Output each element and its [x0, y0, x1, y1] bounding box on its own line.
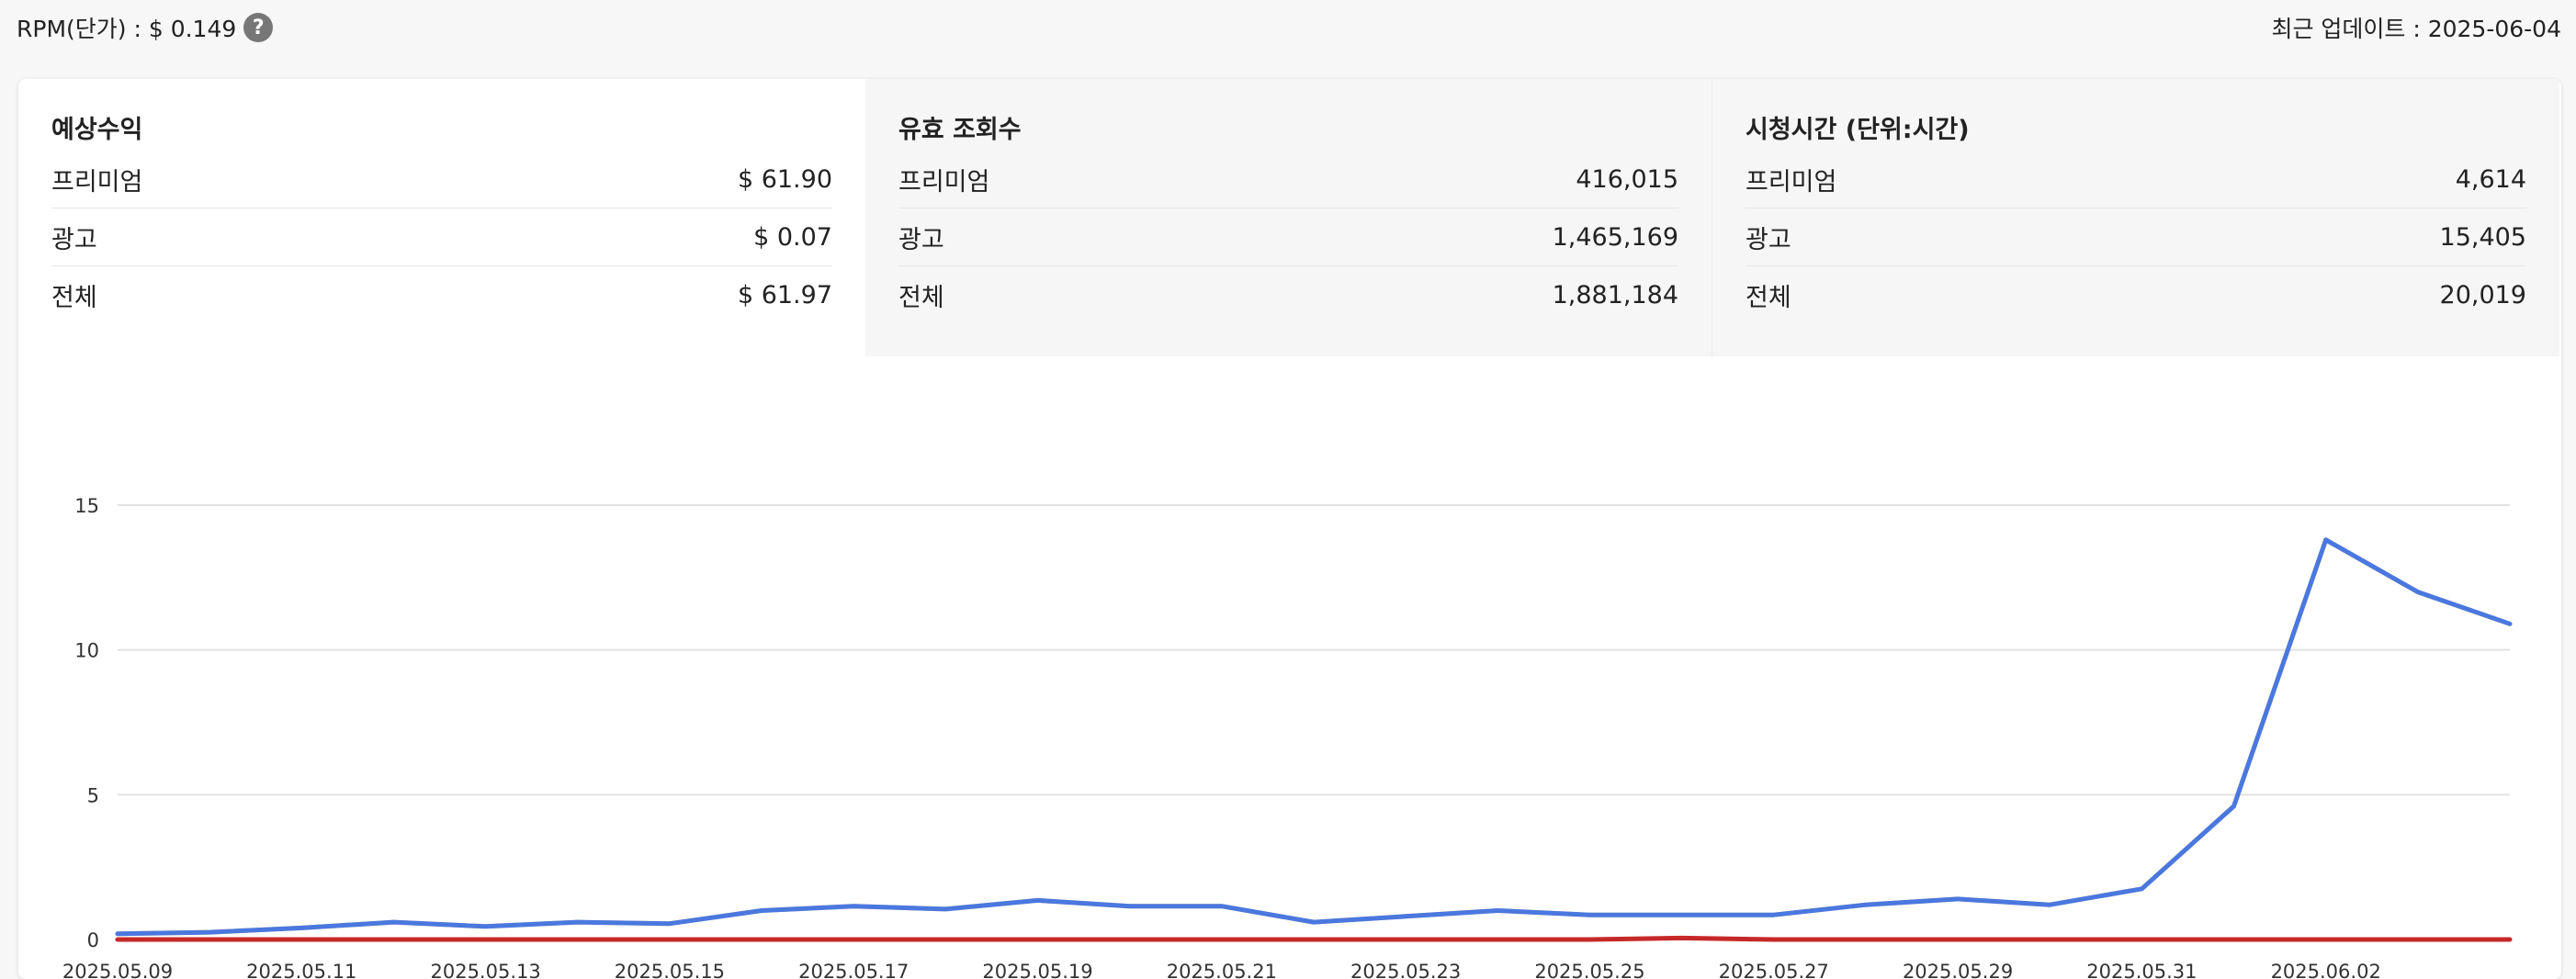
series-line: [115, 537, 2513, 937]
panel-title: 시청시간 (단위:시간): [1746, 116, 1970, 144]
panel-valid-views[interactable]: 유효 조회수 프리미엄 416,015 광고 1,465,169 전체 1,88…: [865, 79, 1712, 356]
y-tick-label: 5: [87, 784, 99, 806]
rpm-text: RPM(단가) : $ 0.149: [17, 16, 237, 42]
x-tick-label: 2025.05.25: [1534, 961, 1644, 979]
row-label: 프리미엄: [51, 167, 143, 197]
panel-watch-time[interactable]: 시청시간 (단위:시간) 프리미엄 4,614 광고 15,405 전체 20,…: [1712, 79, 2559, 356]
panel-row: 광고 1,465,169: [898, 208, 1678, 266]
panel-row: 프리미엄 4,614: [1746, 151, 2526, 208]
panel-row: 프리미엄 416,015: [898, 151, 1678, 208]
row-label: 프리미엄: [898, 167, 990, 197]
x-tick-label: 2025.05.23: [1350, 961, 1461, 979]
row-label: 광고: [51, 225, 97, 254]
x-tick-label: 2025.05.17: [798, 961, 909, 979]
x-tick-label: 2025.05.31: [2086, 961, 2197, 979]
y-tick-label: 10: [74, 640, 99, 662]
row-label: 전체: [51, 283, 97, 312]
row-value: 1,465,169: [1552, 222, 1678, 252]
row-value: 20,019: [2439, 280, 2526, 309]
row-value: 416,015: [1576, 164, 1678, 194]
row-value: $ 61.90: [737, 164, 832, 194]
y-tick-label: 0: [87, 929, 99, 951]
x-tick-label: 2025.05.15: [615, 961, 725, 979]
panel-title: 예상수익: [51, 116, 143, 144]
panel-row: 전체 $ 61.97: [51, 266, 832, 323]
series-line: [115, 935, 2513, 942]
top-bar: RPM(단가) : $ 0.149 ? 최근 업데이트 : 2025-06-04: [0, 0, 2576, 55]
rpm-info: RPM(단가) : $ 0.149 ?: [17, 7, 274, 48]
row-value: $ 0.07: [753, 222, 832, 252]
x-tick-label: 2025.05.27: [1719, 961, 1829, 979]
row-value: 1,881,184: [1552, 280, 1678, 309]
row-label: 전체: [898, 283, 944, 312]
row-label: 프리미엄: [1746, 167, 1837, 197]
last-updated: 최근 업데이트 : 2025-06-04: [2271, 16, 2561, 42]
revenue-line-chart: 0 5 10 15 2025.05.09 2025.05.11 2025.05.13 2025…: [62, 495, 2513, 979]
row-label: 전체: [1746, 283, 1791, 312]
panel-row: 전체 1,881,184: [898, 266, 1678, 323]
x-tick-label: 2025.05.19: [982, 961, 1092, 979]
panel-title: 유효 조회수: [898, 116, 1022, 144]
x-tick-label: 2025.05.21: [1167, 961, 1277, 979]
y-tick-label: 15: [74, 495, 99, 517]
row-label: 광고: [1746, 225, 1791, 254]
series-line: [115, 537, 2513, 937]
revenue-chart-container: 0 5 10 15 2025.05.09 2025.05.11 2025.05.13 2025…: [18, 356, 2561, 979]
panel-row: 광고 $ 0.07: [51, 208, 832, 266]
panel-row: 전체 20,019: [1746, 266, 2526, 323]
revenue-card: 예상수익 프리미엄 $ 61.90 광고 $ 0.07 전체 $ 61.97 유…: [18, 79, 2561, 979]
x-tick-label: 2025.05.13: [430, 961, 540, 979]
row-value: $ 61.97: [737, 280, 832, 309]
row-value: 15,405: [2439, 222, 2526, 252]
row-label: 광고: [898, 225, 944, 254]
x-tick-label: 2025.05.29: [1903, 961, 2013, 979]
x-tick-label: 2025.05.11: [246, 961, 356, 979]
panel-row: 광고 15,405: [1746, 208, 2526, 266]
summary-panels: 예상수익 프리미엄 $ 61.90 광고 $ 0.07 전체 $ 61.97 유…: [18, 79, 2561, 356]
question-icon[interactable]: ?: [243, 13, 274, 42]
x-tick-label: 2025.05.09: [62, 961, 173, 979]
x-tick-label: 2025.06.02: [2271, 961, 2381, 979]
panel-row: 프리미엄 $ 61.90: [51, 151, 832, 208]
row-value: 4,614: [2455, 164, 2526, 194]
panel-estimated-revenue[interactable]: 예상수익 프리미엄 $ 61.90 광고 $ 0.07 전체 $ 61.97: [18, 79, 865, 356]
